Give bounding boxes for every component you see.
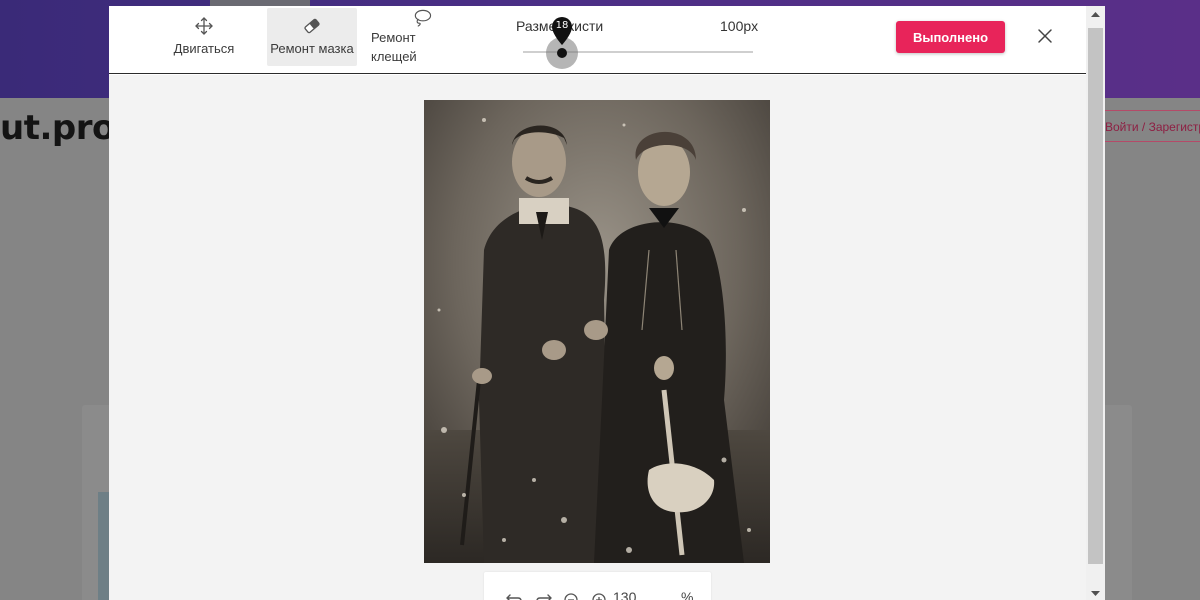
zoom-unit: %	[681, 589, 694, 600]
undo-icon[interactable]	[506, 591, 524, 600]
zoom-controls: 130 %	[484, 572, 711, 600]
scrollbar-thumb[interactable]	[1088, 28, 1103, 564]
site-logo: ut.pro	[0, 108, 115, 148]
edited-photo[interactable]	[424, 100, 770, 563]
tool-move[interactable]: Двигаться	[167, 8, 241, 66]
scroll-down-arrow-icon[interactable]	[1090, 590, 1101, 598]
modal-scrollbar[interactable]	[1086, 6, 1105, 600]
zoom-in-icon[interactable]	[590, 591, 608, 600]
tool-pliers-repair-label: Ремонт клещей	[371, 30, 417, 64]
move-arrows-icon	[195, 17, 213, 35]
tool-mask-repair[interactable]: Ремонт мазка	[267, 8, 357, 66]
editor-toolbar: Двигаться Ремонт мазка Ремонт клещей Раз…	[109, 6, 1086, 74]
brush-size-value: 100px	[720, 18, 759, 34]
tool-mask-repair-label: Ремонт мазка	[270, 41, 354, 56]
zoom-value[interactable]: 130	[613, 589, 636, 600]
photo-editor-modal: Двигаться Ремонт мазка Ремонт клещей Раз…	[109, 6, 1086, 600]
lasso-icon	[414, 9, 432, 27]
slider-value-tooltip: 18	[555, 20, 569, 31]
zoom-out-icon[interactable]	[562, 591, 580, 600]
done-button[interactable]: Выполнено	[896, 21, 1005, 53]
tool-move-label: Двигаться	[173, 41, 235, 56]
brush-size-slider-thumb[interactable]	[557, 48, 567, 58]
tool-pliers-repair[interactable]: Ремонт клещей	[371, 8, 432, 66]
scroll-up-arrow-icon[interactable]	[1090, 10, 1101, 18]
redo-icon[interactable]	[534, 591, 552, 600]
eraser-icon	[304, 18, 320, 34]
editor-canvas: 130 %	[109, 75, 1086, 600]
close-icon[interactable]	[1035, 26, 1055, 46]
auth-links[interactable]: Войти / Зарегистрироваться	[1096, 110, 1200, 142]
